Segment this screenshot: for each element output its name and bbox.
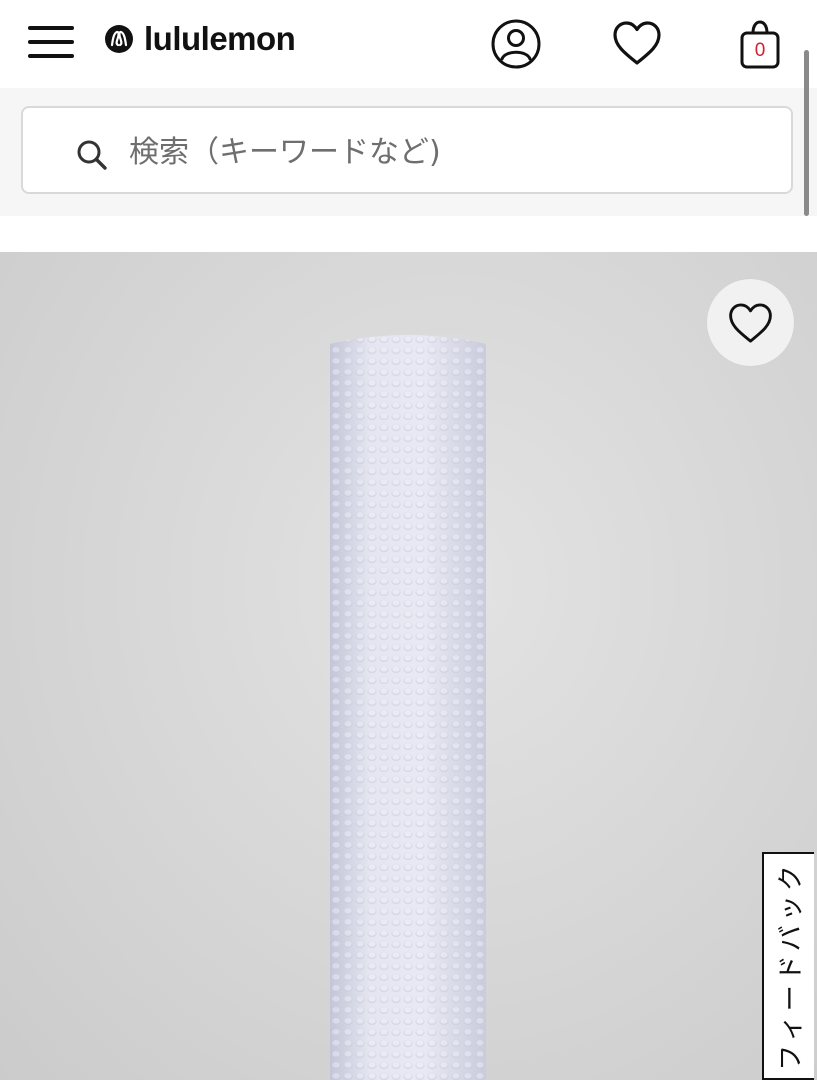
scrollbar-thumb[interactable]	[804, 50, 809, 216]
site-header: lululemon 0	[0, 0, 817, 88]
feedback-label: フィードバック	[776, 861, 807, 1071]
search-input[interactable]	[127, 122, 771, 182]
product-wishlist-button[interactable]	[707, 279, 794, 366]
account-icon	[491, 19, 541, 69]
foam-roller-image	[330, 335, 486, 1080]
heart-icon	[613, 21, 661, 65]
search-icon	[77, 140, 107, 170]
brand-logo[interactable]: lululemon	[104, 16, 296, 62]
hamburger-menu-icon[interactable]	[28, 22, 76, 62]
lululemon-logo-icon	[105, 25, 133, 53]
page: lululemon 0 検索（キーワードなど) フィードバック	[0, 0, 817, 1080]
wishlist-button[interactable]	[611, 18, 663, 70]
heart-icon	[729, 303, 772, 343]
brand-name: lululemon	[144, 20, 296, 57]
search-box[interactable]	[21, 106, 793, 194]
account-button[interactable]	[490, 18, 542, 70]
feedback-tab[interactable]: フィードバック	[762, 852, 814, 1080]
product-image[interactable]	[0, 252, 817, 1080]
bag-count: 0	[754, 40, 766, 61]
search-band	[0, 88, 817, 216]
shopping-bag-button[interactable]: 0	[734, 18, 786, 70]
spacer	[0, 216, 817, 252]
